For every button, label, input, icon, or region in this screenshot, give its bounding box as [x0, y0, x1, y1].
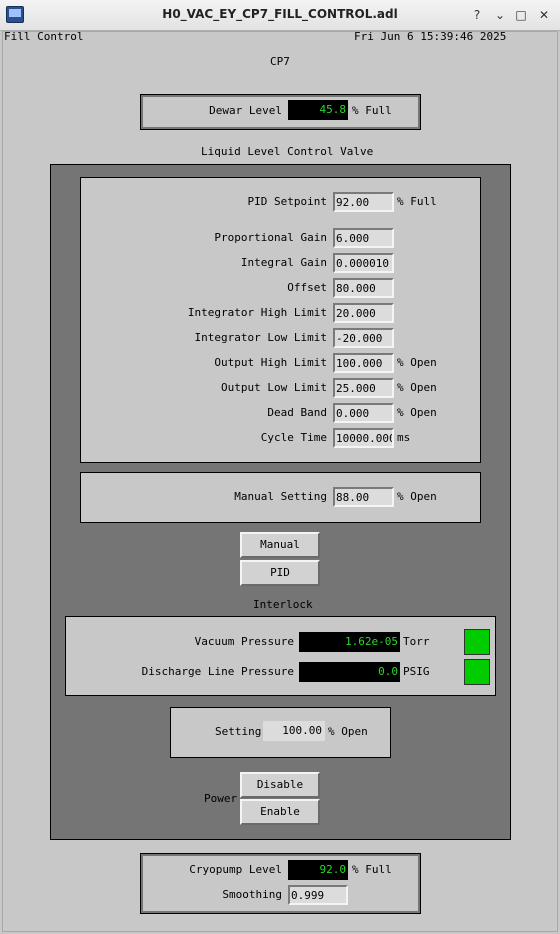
dewar-level-readback: 45.8	[288, 100, 348, 120]
pid-setpoint-input[interactable]: 92.00	[333, 192, 394, 212]
pid-setpoint-unit: % Full	[397, 195, 437, 208]
discharge-status-indicator	[464, 659, 490, 685]
manual-setting-unit: % Open	[397, 490, 437, 503]
minimize-icon[interactable]: ⌄	[493, 8, 507, 22]
valve-section-title: Liquid Level Control Valve	[201, 145, 374, 158]
power-disable-button[interactable]: Disable	[240, 772, 320, 798]
dewar-level-unit: % Full	[352, 104, 392, 117]
interlock-title: Interlock	[253, 598, 313, 611]
help-icon[interactable]: ?	[470, 8, 484, 22]
dead-band-input[interactable]: 0.000	[333, 403, 394, 423]
window-title: H0_VAC_EY_CP7_FILL_CONTROL.adl	[162, 7, 398, 21]
integrator-high-limit-label: Integrator High Limit	[187, 306, 327, 319]
pid-parameters-group	[80, 177, 481, 463]
maximize-icon[interactable]: □	[514, 8, 528, 22]
valve-setting-label: Setting	[215, 725, 262, 738]
proportional-gain-label: Proportional Gain	[214, 231, 327, 244]
integral-gain-input[interactable]: 0.000010	[333, 253, 394, 273]
proportional-gain-input[interactable]: 6.000	[333, 228, 394, 248]
manual-setting-input[interactable]: 88.00	[333, 487, 394, 507]
manual-setting-label: Manual Setting	[234, 490, 327, 503]
cryopump-level-label: Cryopump Level	[189, 863, 282, 876]
smoothing-label: Smoothing	[222, 888, 282, 901]
interlock-group	[65, 616, 496, 696]
vacuum-pressure-readback: 1.62e-05	[299, 632, 400, 652]
pid-mode-button[interactable]: PID	[240, 560, 320, 586]
output-low-limit-unit: % Open	[397, 381, 437, 394]
output-low-limit-label: Output Low Limit	[221, 381, 327, 394]
pid-setpoint-label: PID Setpoint	[247, 195, 327, 208]
dewar-level-label: Dewar Level	[209, 104, 282, 117]
discharge-pressure-readback: 0.0	[299, 662, 400, 682]
valve-setting-readback: 100.00	[263, 721, 325, 741]
close-icon[interactable]: ✕	[537, 8, 551, 22]
integrator-low-limit-input[interactable]: -20.000	[333, 328, 394, 348]
cycle-time-label: Cycle Time	[260, 431, 327, 444]
screen-name: Fill Control	[4, 30, 84, 43]
output-high-limit-label: Output High Limit	[214, 356, 327, 369]
discharge-pressure-label: Discharge Line Pressure	[141, 665, 294, 678]
vacuum-pressure-label: Vacuum Pressure	[194, 635, 294, 648]
manual-mode-button[interactable]: Manual	[240, 532, 320, 558]
power-enable-button[interactable]: Enable	[240, 799, 320, 825]
output-high-limit-unit: % Open	[397, 356, 437, 369]
timestamp: Fri Jun 6 15:39:46 2025	[354, 30, 507, 43]
offset-label: Offset	[287, 281, 327, 294]
output-low-limit-input[interactable]: 25.000	[333, 378, 394, 398]
window-titlebar: H0_VAC_EY_CP7_FILL_CONTROL.adl ? ⌄ □ ✕	[0, 0, 560, 31]
valve-setting-unit: % Open	[328, 725, 368, 738]
power-label: Power	[204, 792, 238, 805]
cycle-time-unit: ms	[397, 431, 411, 444]
offset-input[interactable]: 80.000	[333, 278, 394, 298]
cycle-time-input[interactable]: 10000.0000	[333, 428, 394, 448]
cryopump-level-unit: % Full	[352, 863, 392, 876]
dead-band-unit: % Open	[397, 406, 437, 419]
cryopump-level-readback: 92.0	[288, 860, 348, 880]
vacuum-status-indicator	[464, 629, 490, 655]
integral-gain-label: Integral Gain	[240, 256, 327, 269]
smoothing-input[interactable]: 0.999	[288, 885, 348, 905]
device-name: CP7	[270, 55, 290, 68]
dead-band-label: Dead Band	[267, 406, 327, 419]
app-monitor-icon	[6, 6, 24, 23]
discharge-pressure-unit: PSIG	[403, 665, 430, 678]
output-high-limit-input[interactable]: 100.000	[333, 353, 394, 373]
integrator-low-limit-label: Integrator Low Limit	[194, 331, 327, 344]
vacuum-pressure-unit: Torr	[403, 635, 430, 648]
integrator-high-limit-input[interactable]: 20.000	[333, 303, 394, 323]
